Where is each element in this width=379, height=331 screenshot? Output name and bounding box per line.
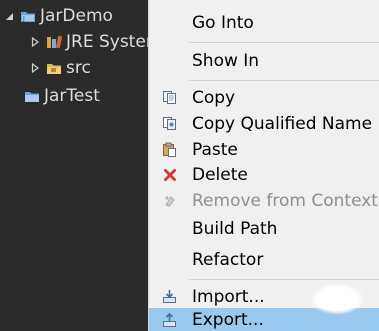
collapsed-arrow-icon[interactable] xyxy=(30,63,40,73)
tree-item-label: JarTest xyxy=(44,86,100,106)
svg-text:J: J xyxy=(22,16,25,23)
project-folder-icon xyxy=(24,88,40,104)
menu-item-go-into[interactable]: Go Into xyxy=(149,10,379,35)
menu-item-remove-from-context[interactable]: Remove from Context xyxy=(149,188,379,213)
remove-from-context-icon xyxy=(161,192,178,209)
menu-item-copy-qualified-name[interactable]: Copy Qualified Name xyxy=(149,111,379,136)
tree-item-label: src xyxy=(66,58,91,78)
redaction-blur xyxy=(311,284,363,314)
tree-item-label: JarDemo xyxy=(40,6,113,26)
package-folder-icon xyxy=(46,60,62,76)
tree-item-src[interactable]: src xyxy=(30,56,91,80)
java-project-icon: J xyxy=(20,8,36,24)
menu-item-paste[interactable]: Paste xyxy=(149,137,379,162)
paste-icon xyxy=(161,141,178,158)
delete-icon xyxy=(161,166,178,183)
menu-item-build-path[interactable]: Build Path xyxy=(149,216,379,241)
project-explorer-tree: J JarDemo JRE System Library src JarTest xyxy=(0,0,227,331)
menu-separator xyxy=(189,42,379,43)
tree-item-jardemo[interactable]: J JarDemo xyxy=(4,4,113,28)
expanded-arrow-icon[interactable] xyxy=(4,11,14,21)
menu-item-show-in[interactable]: Show In xyxy=(149,48,379,73)
library-icon xyxy=(46,34,62,50)
menu-item-refactor[interactable]: Refactor xyxy=(149,247,379,272)
menu-item-delete[interactable]: Delete xyxy=(149,162,379,187)
menu-separator xyxy=(189,279,379,280)
copy-icon xyxy=(161,89,178,106)
menu-item-copy[interactable]: Copy xyxy=(149,85,379,110)
copy-qualified-name-icon xyxy=(161,115,178,132)
collapsed-arrow-icon[interactable] xyxy=(30,37,40,47)
import-icon xyxy=(161,288,178,305)
tree-item-jartest[interactable]: JarTest xyxy=(24,84,100,108)
export-icon xyxy=(161,312,178,329)
context-menu: Go Into Show In Copy Copy Qualified Name xyxy=(148,0,379,331)
menu-separator xyxy=(189,80,379,81)
